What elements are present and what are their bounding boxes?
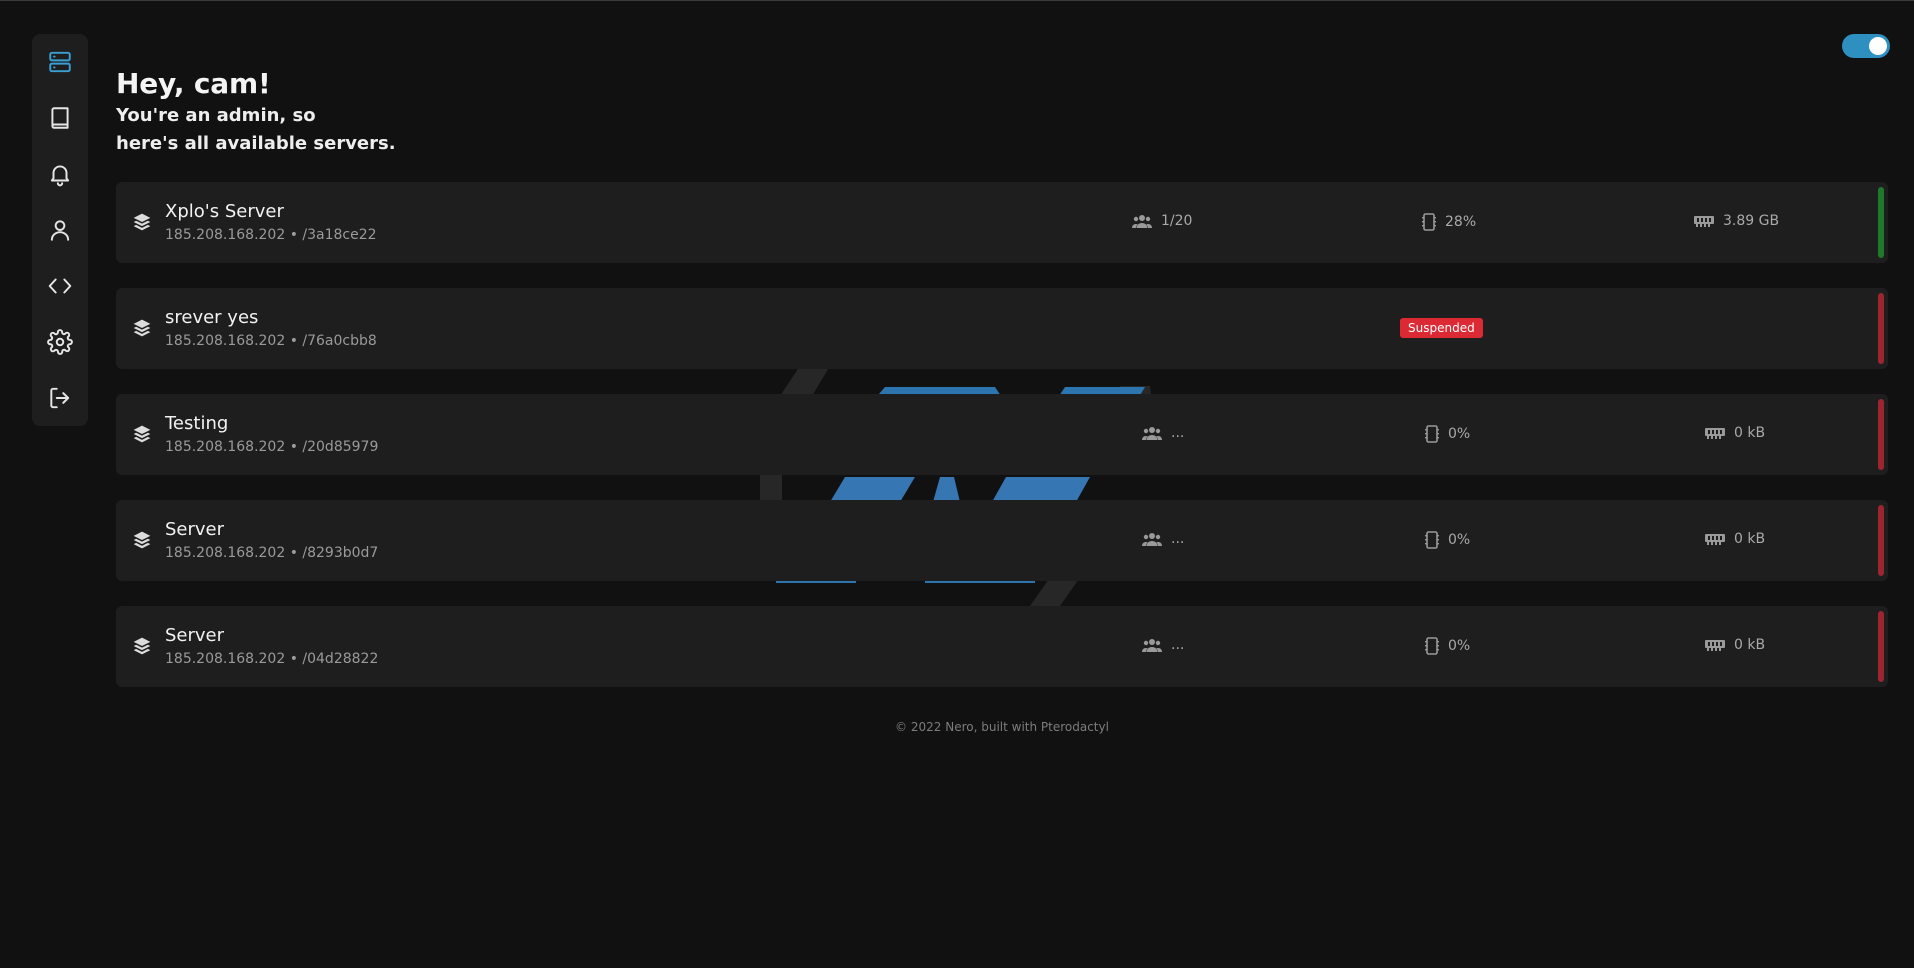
players-stat: ... [1142,425,1184,441]
cpu-stat: 0% [1425,531,1470,549]
memory-icon [1705,428,1725,439]
cpu-value: 0% [1448,638,1471,654]
server-address: 185.208.168.202 • /3a18ce22 [165,227,377,243]
greeting-line-2: here's all available servers. [116,133,396,154]
memory-value: 0 kB [1734,531,1766,547]
memory-value: 3.89 GB [1723,213,1780,229]
cpu-value: 28% [1445,214,1477,230]
server-row[interactable]: Testing 185.208.168.202 • /20d85979 ... … [116,394,1888,475]
gear-icon [47,329,73,355]
users-icon [1142,427,1162,440]
server-address: 185.208.168.202 • /20d85979 [165,439,379,455]
server-address: 185.208.168.202 • /76a0cbb8 [165,333,377,349]
server-name: Server [165,625,225,646]
sidebar-item-settings[interactable] [32,314,88,370]
bell-icon [50,165,70,187]
greeting: Hey, cam! You're an admin, so here's all… [116,67,396,158]
status-indicator-offline [1878,505,1884,576]
sidebar-item-docs[interactable] [32,90,88,146]
users-icon [1132,215,1152,228]
players-value: ... [1171,637,1185,653]
cpu-icon [1425,637,1439,655]
server-name: Testing [165,413,229,434]
memory-icon [1705,534,1725,545]
server-name: Xplo's Server [165,201,284,222]
players-stat: 1/20 [1132,213,1192,229]
layers-icon [132,530,152,550]
memory-stat: 0 kB [1705,425,1765,441]
layers-icon [132,636,152,656]
sidebar-item-api[interactable] [32,258,88,314]
status-indicator-online [1878,187,1884,258]
players-stat: ... [1142,637,1184,653]
cpu-stat: 28% [1422,213,1476,231]
server-row[interactable]: Server 185.208.168.202 • /8293b0d7 ... 0… [116,500,1888,581]
cpu-value: 0% [1448,532,1471,548]
layers-icon [132,212,152,232]
memory-stat: 0 kB [1705,637,1765,653]
status-indicator-offline [1878,399,1884,470]
code-icon [48,278,72,294]
players-value: ... [1171,425,1185,441]
sidebar-item-account[interactable] [32,202,88,258]
greeting-line-1: You're an admin, so [116,105,316,126]
cpu-stat: 0% [1425,425,1470,443]
server-address: 185.208.168.202 • /8293b0d7 [165,545,379,561]
layers-icon [132,424,152,444]
suspended-badge: Suspended [1400,318,1483,338]
logout-icon [50,387,70,409]
cpu-value: 0% [1448,426,1471,442]
cpu-stat: 0% [1425,637,1470,655]
theme-toggle[interactable] [1842,34,1890,58]
players-value: ... [1171,531,1185,547]
memory-value: 0 kB [1734,637,1766,653]
server-name: srever yes [165,307,259,328]
server-icon [49,51,71,73]
sidebar-item-logout[interactable] [32,370,88,426]
footer-text: © 2022 Nero, built with Pterodactyl [895,720,1109,734]
status-indicator-offline [1878,293,1884,364]
cpu-icon [1425,531,1439,549]
players-stat: ... [1142,531,1184,547]
book-icon [51,107,69,129]
users-icon [1142,639,1162,652]
memory-value: 0 kB [1734,425,1766,441]
server-name: Server [165,519,225,540]
cpu-icon [1422,213,1436,231]
page-title: Hey, cam! [116,67,271,100]
users-icon [1142,533,1162,546]
server-address: 185.208.168.202 • /04d28822 [165,651,379,667]
server-row[interactable]: Server 185.208.168.202 • /04d28822 ... 0… [116,606,1888,687]
memory-stat: 3.89 GB [1694,213,1779,229]
cpu-icon [1425,425,1439,443]
memory-icon [1694,216,1714,227]
players-value: 1/20 [1161,213,1193,229]
server-list: Xplo's Server 185.208.168.202 • /3a18ce2… [116,182,1888,712]
user-icon [50,220,70,241]
toggle-knob [1869,37,1887,55]
memory-icon [1705,640,1725,651]
server-row[interactable]: srever yes 185.208.168.202 • /76a0cbb8 S… [116,288,1888,369]
server-row[interactable]: Xplo's Server 185.208.168.202 • /3a18ce2… [116,182,1888,263]
status-indicator-offline [1878,611,1884,682]
sidebar-item-servers[interactable] [32,34,88,90]
sidebar-item-notifications[interactable] [32,146,88,202]
memory-stat: 0 kB [1705,531,1765,547]
sidebar [32,34,88,426]
layers-icon [132,318,152,338]
